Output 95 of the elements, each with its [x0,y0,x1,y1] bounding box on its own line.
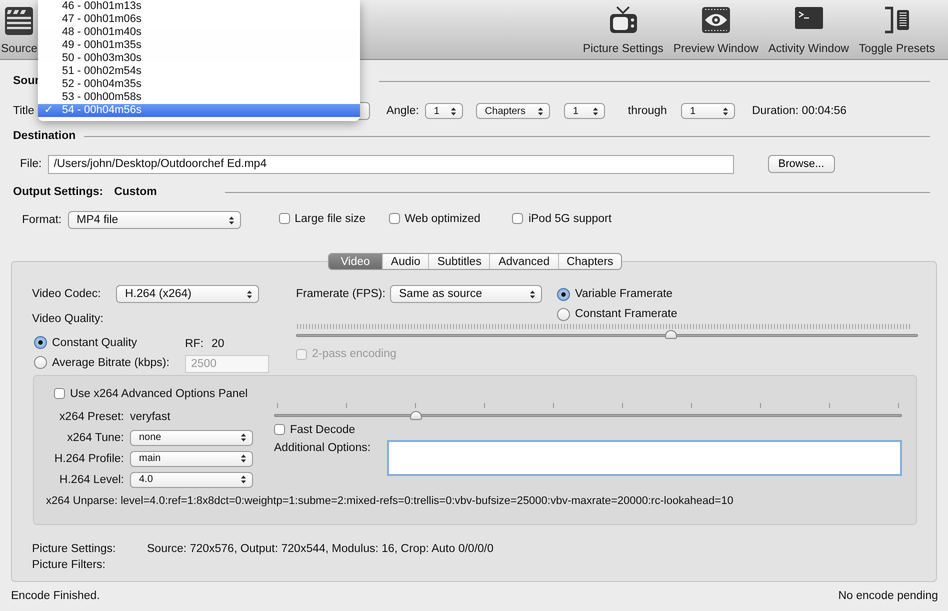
checkbox[interactable] [54,388,65,399]
framerate-popup[interactable]: Same as source [390,285,542,303]
preset-slider[interactable] [274,403,902,420]
radio-button[interactable] [557,288,570,300]
eye-icon [700,6,731,34]
format-label: Format: [22,214,62,226]
angle-label: Angle: [386,105,419,117]
range-mode-popup[interactable]: Chapters [476,103,550,119]
option-label: iPod 5G support [528,212,612,225]
codec-label: Video Codec: [32,288,102,300]
radio-label: Constant Framerate [575,308,678,320]
section-heading: Sour [13,75,40,87]
tab[interactable]: Audio [382,254,428,269]
tab[interactable]: Advanced [489,254,558,269]
menu-item[interactable]: 47 - 00h01m06s [38,13,360,26]
queue-status-text: No encode pending [838,590,938,602]
option-label: H.264 Profile: [53,452,125,464]
option-popup[interactable]: main [130,450,253,466]
radio-label: Constant Quality [52,336,138,348]
browse-button[interactable]: Browse... [768,155,835,173]
picture-info-value: Source: 720x576, Output: 720x544, Modulus: 16, Crop: Auto 0/0/0/0 [147,543,494,555]
option-label: Large file size [294,212,366,225]
toolbar-button[interactable]: Toggle Presets [854,0,940,56]
clapperboard-icon [4,6,34,36]
additional-options-label: Additional Options: [274,442,372,454]
preset-value: veryfast [130,410,170,422]
rf-value: 20 [212,338,224,350]
codec-popup[interactable]: H.264 (x264) [116,285,259,303]
file-path-field[interactable]: /Users/john/Desktop/Outdoorchef Ed.mp4 [48,154,734,174]
updown-arrow-icon [241,475,246,484]
picture-info-label: Picture Settings: [32,543,117,555]
picture-info-label: Picture Filters: [32,559,106,571]
rf-label: RF: [185,338,204,350]
menu-item[interactable]: 53 - 00h00m58s [38,91,360,104]
option-popup[interactable]: 4.0 [130,472,253,488]
toolbar-button[interactable]: Activity Window [763,0,854,56]
updown-arrow-icon [228,216,234,224]
radio-button[interactable] [34,356,47,369]
preset-label: x264 Preset: [58,410,125,422]
slider-thumb[interactable] [410,411,422,420]
slider-thumb[interactable] [665,330,678,339]
updown-arrow-icon [722,106,728,116]
tab[interactable]: Subtitles [428,254,490,269]
section-heading: Output Settings: [13,186,104,198]
updown-arrow-icon [450,106,456,116]
updown-arrow-icon [241,454,246,463]
section-heading: Destination [13,130,76,142]
checkbox[interactable] [512,213,524,224]
x264-unparse-text: x264 Unparse: level=4.0:ref=1:8x8dct=0:weightp=1:subme=2:mixed-refs=0:trellis=0:vbv-bufsize=25000:vbv-maxrate=20000:rc-lookahead=10 [46,495,734,507]
terminal-icon [794,6,824,30]
preset-name: Custom [114,186,157,198]
menu-item[interactable]: 51 - 00h02m54s [38,65,360,78]
end-chapter-popup[interactable]: 1 [680,103,735,119]
option-popup[interactable]: none [130,430,253,446]
drawer-icon [882,6,911,34]
two-pass-label: 2-pass encoding [312,348,396,360]
start-chapter-popup[interactable]: 1 [564,103,605,119]
updown-arrow-icon [530,290,535,298]
toolbar-button[interactable]: Preview Window [668,0,764,56]
radio-label: Variable Framerate [575,288,673,300]
quality-label: Video Quality: [32,313,104,325]
title-label: Title [13,105,34,117]
menu-item[interactable]: 50 - 00h03m30s [38,52,360,65]
fast-decode-label: Fast Decode [290,424,356,436]
toolbar-button[interactable]: Source [0,0,38,56]
menu-item[interactable]: 46 - 00h01m13s [38,0,360,13]
radio-button[interactable] [34,336,47,349]
menu-item[interactable]: 48 - 00h01m40s [38,26,360,39]
format-popup[interactable]: MP4 file [68,211,241,229]
toolbar-button[interactable]: Picture Settings [578,0,668,56]
updown-arrow-icon [592,106,598,116]
option-label: Web optimized [404,212,480,225]
updown-arrow-icon [241,433,246,442]
status-text: Encode Finished. [11,590,100,602]
updown-arrow-icon [538,106,543,116]
quality-slider[interactable] [296,324,918,339]
advanced-panel-label: Use x264 Advanced Options Panel [70,388,248,400]
checkbox[interactable] [274,424,285,435]
updown-arrow-icon [247,290,252,298]
radio-button[interactable] [557,308,570,320]
angle-popup[interactable]: 1 [424,103,463,119]
menu-item[interactable]: 49 - 00h01m35s [38,39,360,52]
checkbox[interactable] [278,213,290,224]
checkbox[interactable] [388,213,400,224]
duration-text: Duration: 00:04:56 [752,105,847,117]
menu-item[interactable]: 52 - 00h04m35s [38,78,360,91]
option-label: x264 Tune: [66,432,125,444]
option-label: H.264 Level: [58,474,125,486]
tab[interactable]: Video [328,254,382,269]
file-label: File: [20,158,42,170]
framerate-label: Framerate (FPS): [296,287,386,302]
tv-icon [608,6,638,34]
additional-options-field[interactable] [386,440,902,476]
radio-label: Average Bitrate (kbps): [52,356,170,368]
through-label: through [628,105,667,117]
